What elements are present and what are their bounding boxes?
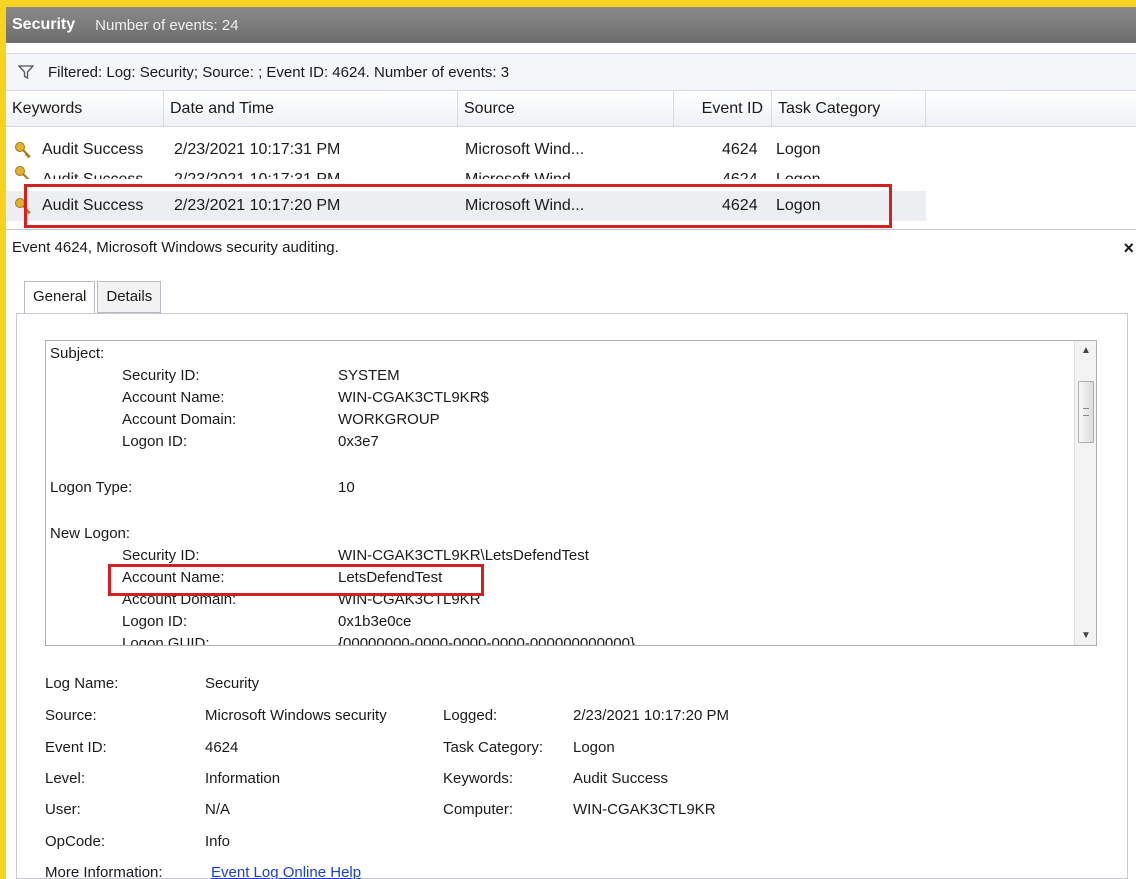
events-table: Keywords Date and Time Source Event ID T… xyxy=(6,91,1136,228)
highlight-box-account-name xyxy=(108,564,484,596)
column-header-keywords[interactable]: Keywords xyxy=(6,91,164,127)
key-icon xyxy=(15,142,31,159)
row-keywords: Audit Success xyxy=(42,165,143,179)
key-icon xyxy=(15,166,30,179)
highlight-box-selected-row xyxy=(24,184,892,228)
subject-security-id-value: SYSTEM xyxy=(338,367,400,384)
computer-value: WIN-CGAK3CTL9KR xyxy=(573,801,716,818)
column-header-source[interactable]: Source xyxy=(458,91,674,127)
row-event-id: 4624 xyxy=(722,141,758,158)
source-label: Source: xyxy=(45,707,97,724)
column-header-event-id[interactable]: Event ID xyxy=(674,91,772,127)
computer-label: Computer: xyxy=(443,801,514,818)
new-logon-guid-value: {00000000-0000-0000-0000-000000000000} xyxy=(338,635,635,646)
logged-value: 2/23/2021 10:17:20 PM xyxy=(573,707,729,724)
new-logon-heading: New Logon: xyxy=(50,525,131,542)
scroll-up-icon[interactable]: ▲ xyxy=(1081,345,1091,356)
level-label: Level: xyxy=(45,770,86,787)
row-source: Microsoft Wind... xyxy=(465,165,584,179)
column-header-date-time[interactable]: Date and Time xyxy=(164,91,458,127)
tab-general[interactable]: General xyxy=(24,281,96,314)
filter-bar: Filtered: Log: Security; Source: ; Event… xyxy=(6,53,1136,91)
table-header: Keywords Date and Time Source Event ID T… xyxy=(6,91,1136,127)
row-event-id: 4624 xyxy=(722,165,758,179)
new-logon-logon-id-label: Logon ID: xyxy=(122,613,188,630)
event-id-value: 4624 xyxy=(205,739,239,756)
new-logon-security-id-value: WIN-CGAK3CTL9KR\LetsDefendTest xyxy=(338,547,589,564)
subject-security-id-label: Security ID: xyxy=(122,367,200,384)
user-value: N/A xyxy=(205,801,231,818)
subject-account-domain-label: Account Domain: xyxy=(122,411,237,428)
subject-logon-id-label: Logon ID: xyxy=(122,433,188,450)
opcode-value: Info xyxy=(205,833,231,850)
logon-type-value: 10 xyxy=(338,479,355,496)
event-count: Number of events: 24 xyxy=(95,16,239,34)
subject-account-name-label: Account Name: xyxy=(122,389,225,406)
logged-label: Logged: xyxy=(443,707,498,724)
task-category-label: Task Category: xyxy=(443,739,544,756)
log-name-label: Log Name: xyxy=(45,675,119,692)
event-detail-header: Event 4624, Microsoft Windows security a… xyxy=(6,229,1136,265)
new-logon-logon-id-value: 0x1b3e0ce xyxy=(338,613,412,630)
keywords-label: Keywords: xyxy=(443,770,514,787)
row-category: Logon xyxy=(776,141,821,158)
subject-logon-id-value: 0x3e7 xyxy=(338,433,379,450)
keywords-value: Audit Success xyxy=(573,770,669,787)
row-datetime: 2/23/2021 10:17:31 PM xyxy=(174,165,340,179)
row-datetime: 2/23/2021 10:17:31 PM xyxy=(174,141,341,158)
row-source: Microsoft Wind... xyxy=(465,141,585,158)
filter-description: Filtered: Log: Security; Source: ; Event… xyxy=(48,63,510,81)
subject-account-domain-value: WORKGROUP xyxy=(338,411,440,428)
row-keywords: Audit Success xyxy=(42,141,144,158)
event-detail-title: Event 4624, Microsoft Windows security a… xyxy=(12,239,339,256)
log-header-bar: Security Number of events: 24 xyxy=(6,7,1136,43)
column-header-task-category[interactable]: Task Category xyxy=(772,91,926,127)
description-scrollbar[interactable]: ▲ ▼ xyxy=(1074,341,1096,645)
tab-details[interactable]: Details xyxy=(97,281,162,313)
opcode-label: OpCode: xyxy=(45,833,106,850)
level-value: Information xyxy=(205,770,281,787)
event-description-box[interactable]: Subject: Security ID: SYSTEM Account Nam… xyxy=(45,340,1097,646)
scroll-down-icon[interactable]: ▼ xyxy=(1081,630,1091,641)
task-category-value: Logon xyxy=(573,739,615,756)
log-title: Security xyxy=(12,16,76,33)
user-label: User: xyxy=(45,801,81,818)
new-logon-security-id-label: Security ID: xyxy=(122,547,200,564)
detail-tabs: General Details xyxy=(24,281,163,314)
general-panel: Subject: Security ID: SYSTEM Account Nam… xyxy=(16,313,1128,879)
event-viewer-window: Security Number of events: 24 Filtered: … xyxy=(6,7,1136,879)
row-category: Logon xyxy=(776,165,821,179)
subject-heading: Subject: xyxy=(50,345,105,362)
event-id-label: Event ID: xyxy=(45,739,107,756)
table-row[interactable]: Audit Success 2/23/2021 10:17:31 PM Micr… xyxy=(6,135,926,165)
source-value: Microsoft Windows security xyxy=(205,707,387,724)
event-log-online-help-link[interactable]: Event Log Online Help xyxy=(211,864,361,879)
log-name-value: Security xyxy=(205,675,260,692)
scroll-thumb[interactable] xyxy=(1078,381,1094,443)
subject-account-name-value: WIN-CGAK3CTL9KR$ xyxy=(338,389,489,406)
logon-type-label: Logon Type: xyxy=(50,479,133,496)
more-information-label: More Information: xyxy=(45,864,163,879)
filter-icon xyxy=(18,65,34,79)
close-icon[interactable]: × xyxy=(1123,238,1134,259)
new-logon-guid-label: Logon GUID: xyxy=(122,635,210,646)
table-row[interactable]: Audit Success 2/23/2021 10:17:31 PM Micr… xyxy=(6,165,926,179)
